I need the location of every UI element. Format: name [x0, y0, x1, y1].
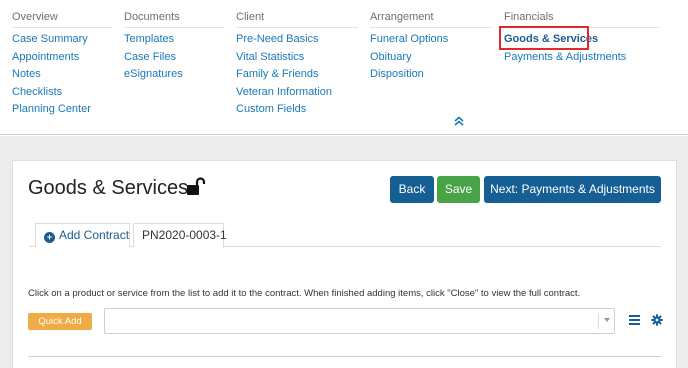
nav-link-obituary[interactable]: Obituary	[370, 49, 492, 67]
gear-icon[interactable]	[651, 313, 663, 326]
nav-link-notes[interactable]: Notes	[12, 66, 112, 84]
product-select[interactable]	[104, 308, 615, 334]
nav-link-family-friends[interactable]: Family & Friends	[236, 66, 358, 84]
nav-link-case-files[interactable]: Case Files	[124, 49, 224, 67]
instructions-text: Click on a product or service from the l…	[28, 288, 581, 299]
unlock-icon[interactable]	[186, 177, 206, 197]
next-payments-adjustments-button[interactable]: Next: Payments & Adjustments	[484, 176, 661, 203]
nav-link-templates[interactable]: Templates	[124, 31, 224, 49]
nav-link-funeral-options[interactable]: Funeral Options	[370, 31, 492, 49]
nav-column-overview: Overview Case Summary Appointments Notes…	[12, 11, 112, 119]
nav-link-checklists[interactable]: Checklists	[12, 84, 112, 102]
nav-column-arrangement: Arrangement Funeral Options Obituary Dis…	[370, 11, 492, 84]
nav-header-client: Client	[236, 11, 358, 28]
nav-link-veteran-information[interactable]: Veteran Information	[236, 84, 358, 102]
nav-link-appointments[interactable]: Appointments	[12, 49, 112, 67]
nav-link-case-summary[interactable]: Case Summary	[12, 31, 112, 49]
quick-add-button[interactable]: Quick Add	[28, 313, 92, 330]
nav-link-vital-statistics[interactable]: Vital Statistics	[236, 49, 358, 67]
section-divider	[28, 356, 661, 357]
nav-link-planning-center[interactable]: Planning Center	[12, 101, 112, 119]
chevron-down-icon[interactable]	[604, 318, 610, 322]
list-icon[interactable]	[629, 315, 640, 325]
plus-circle-icon: +	[44, 232, 55, 243]
nav-column-documents: Documents Templates Case Files eSignatur…	[124, 11, 224, 84]
save-button[interactable]: Save	[437, 176, 480, 203]
nav-link-disposition[interactable]: Disposition	[370, 66, 492, 84]
nav-column-client: Client Pre-Need Basics Vital Statistics …	[236, 11, 358, 119]
nav-header-arrangement: Arrangement	[370, 11, 492, 28]
active-link-highlight	[499, 26, 589, 50]
nav-link-payments-adjustments[interactable]: Payments & Adjustments	[504, 49, 660, 67]
tab-add-contract[interactable]: + Add Contract	[35, 223, 130, 247]
nav-link-esignatures[interactable]: eSignatures	[124, 66, 224, 84]
nav-link-pre-need-basics[interactable]: Pre-Need Basics	[236, 31, 358, 49]
tab-add-contract-label: Add Contract	[59, 228, 130, 242]
nav-header-overview: Overview	[12, 11, 112, 28]
select-separator	[598, 313, 599, 329]
nav-header-documents: Documents	[124, 11, 224, 28]
top-navigation: Overview Case Summary Appointments Notes…	[0, 0, 688, 135]
nav-link-custom-fields[interactable]: Custom Fields	[236, 101, 358, 119]
tab-contract[interactable]: PN2020-0003-1	[133, 223, 227, 248]
chevrons-up-icon[interactable]	[453, 116, 465, 126]
page-title: Goods & Services	[28, 177, 189, 199]
back-button[interactable]: Back	[390, 176, 434, 203]
